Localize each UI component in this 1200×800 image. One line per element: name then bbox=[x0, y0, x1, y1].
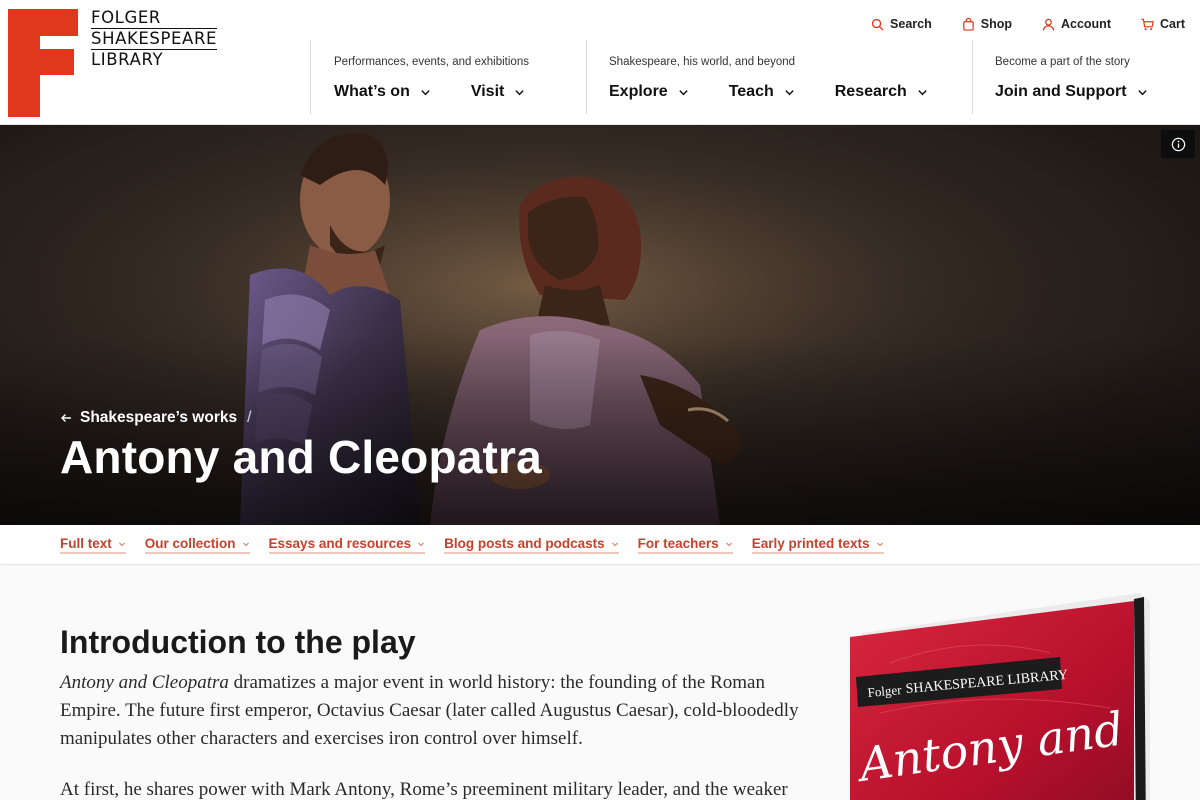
nav-kicker: Become a part of the story bbox=[995, 56, 1130, 68]
tab-label: Our collection bbox=[144, 536, 236, 551]
nav-divider bbox=[310, 40, 311, 114]
chevron-down-icon bbox=[421, 89, 430, 95]
image-info-button[interactable] bbox=[1161, 130, 1195, 158]
chevron-down-icon bbox=[118, 542, 125, 546]
account-link[interactable]: Account bbox=[1042, 17, 1111, 31]
cart-link[interactable]: Cart bbox=[1141, 17, 1185, 31]
nav-kicker: Performances, events, and exhibitions bbox=[334, 56, 529, 68]
intro-paragraph-1: Antony and Cleopatra dramatizes a major … bbox=[60, 669, 800, 753]
tab-label: Early printed texts bbox=[751, 536, 870, 551]
search-icon bbox=[871, 18, 884, 31]
nav-menu-teach[interactable]: Teach bbox=[729, 83, 795, 101]
folger-wordmark[interactable]: FOLGER SHAKESPEARE LIBRARY bbox=[91, 8, 231, 69]
breadcrumb: Shakespeare’s works / bbox=[60, 409, 251, 427]
chevron-down-icon bbox=[611, 542, 618, 546]
tab-label: Blog posts and podcasts bbox=[444, 536, 605, 551]
wordmark-line-2: SHAKESPEARE bbox=[91, 28, 218, 50]
account-label: Account bbox=[1060, 17, 1111, 31]
tab-early-printed-texts[interactable]: Early printed texts bbox=[751, 536, 884, 554]
tab-label: For teachers bbox=[637, 536, 719, 551]
tab-label: Full text bbox=[60, 536, 112, 551]
chevron-down-icon bbox=[876, 542, 883, 546]
tab-our-collection[interactable]: Our collection bbox=[144, 536, 250, 554]
chevron-down-icon bbox=[679, 89, 688, 95]
chevron-down-icon bbox=[242, 542, 249, 546]
play-title-italic: Antony and Cleopatra bbox=[60, 672, 229, 693]
chevron-down-icon bbox=[418, 542, 425, 546]
cart-icon bbox=[1141, 18, 1154, 30]
book-cover-art: Folger SHAKESPEARE LIBRARY Antony and bbox=[850, 593, 1150, 800]
tab-full-text[interactable]: Full text bbox=[60, 536, 126, 554]
nav-menu-research[interactable]: Research bbox=[835, 83, 928, 101]
shop-label: Shop bbox=[980, 17, 1012, 31]
section-heading: Introduction to the play bbox=[60, 624, 416, 660]
nav-divider bbox=[972, 40, 973, 114]
nav-menu-label: Research bbox=[834, 83, 907, 100]
breadcrumb-separator: / bbox=[247, 409, 252, 426]
chevron-down-icon bbox=[1137, 89, 1147, 95]
chevron-down-icon bbox=[515, 89, 525, 95]
nav-menu-label: Explore bbox=[609, 83, 668, 100]
book-cover[interactable]: Folger SHAKESPEARE LIBRARY Antony and bbox=[850, 593, 1150, 800]
wordmark-line-1: FOLGER bbox=[91, 8, 161, 27]
nav-kicker: Shakespeare, his world, and beyond bbox=[609, 56, 796, 68]
cart-label: Cart bbox=[1159, 17, 1185, 31]
nav-divider bbox=[586, 40, 587, 114]
chevron-down-icon bbox=[725, 542, 732, 546]
chevron-down-icon bbox=[918, 89, 927, 95]
tab-for-teachers[interactable]: For teachers bbox=[637, 536, 733, 554]
nav-menu-label: Join and Support bbox=[995, 83, 1127, 100]
nav-menu-join-support[interactable]: Join and Support bbox=[995, 83, 1148, 101]
nav-menu-explore[interactable]: Explore bbox=[609, 83, 689, 101]
search-link[interactable]: Search bbox=[871, 17, 932, 31]
wordmark-line-3: LIBRARY bbox=[91, 50, 164, 69]
tab-label: Essays and resources bbox=[268, 536, 412, 551]
hero-banner: Shakespeare’s works / Antony and Cleopat… bbox=[0, 125, 1200, 525]
folger-logo-mark[interactable] bbox=[8, 9, 78, 117]
page-title: Antony and Cleopatra bbox=[60, 431, 542, 483]
shop-link[interactable]: Shop bbox=[962, 17, 1012, 31]
utility-nav: Search Shop Account Cart bbox=[871, 17, 1185, 31]
shopping-bag-icon bbox=[962, 17, 974, 31]
nav-menu-visit[interactable]: Visit bbox=[471, 83, 526, 101]
search-label: Search bbox=[890, 17, 932, 31]
cover-series-label-a: Folger bbox=[867, 682, 903, 700]
nav-menu-whats-on[interactable]: What’s on bbox=[334, 83, 431, 101]
tab-essays-resources[interactable]: Essays and resources bbox=[268, 536, 426, 554]
tab-blog-podcasts[interactable]: Blog posts and podcasts bbox=[444, 536, 619, 554]
info-icon bbox=[1171, 137, 1185, 151]
site-header: FOLGER SHAKESPEARE LIBRARY Search Shop A… bbox=[0, 0, 1200, 125]
nav-menu-label: Visit bbox=[470, 83, 505, 100]
breadcrumb-link[interactable]: Shakespeare’s works bbox=[80, 409, 237, 427]
chevron-down-icon bbox=[785, 89, 794, 95]
user-icon bbox=[1042, 18, 1055, 31]
nav-menu-label: What’s on bbox=[334, 83, 410, 100]
section-tabs: Full text Our collection Essays and reso… bbox=[0, 525, 1200, 565]
arrow-left-icon bbox=[61, 414, 71, 422]
nav-menu-label: Teach bbox=[728, 83, 774, 100]
intro-paragraph-2: At first, he shares power with Mark Anto… bbox=[60, 779, 788, 800]
